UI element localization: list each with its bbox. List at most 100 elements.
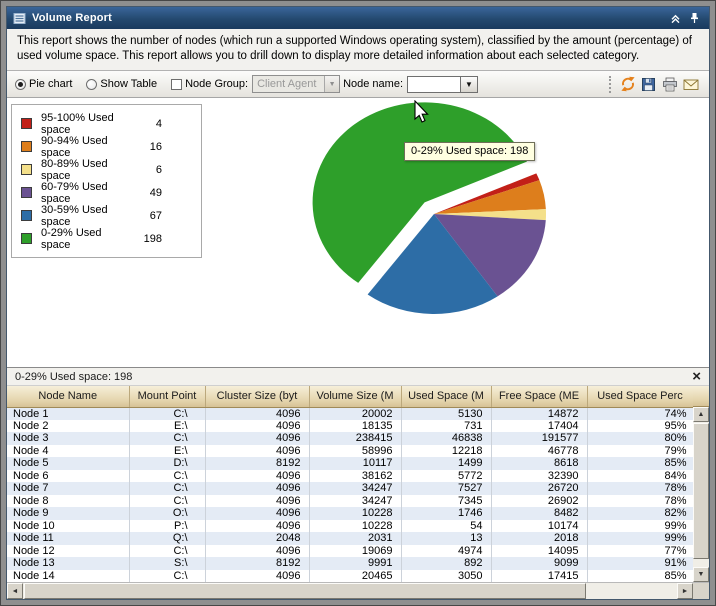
table-row[interactable]: Node 1C:\40962000251301487274%	[7, 407, 693, 420]
table-row[interactable]: Node 14C:\40962046530501741585%	[7, 570, 693, 583]
column-header[interactable]: Cluster Size (byt	[205, 386, 309, 407]
table-cell: 32390	[491, 470, 587, 483]
table-cell: O:\	[129, 507, 205, 520]
table-cell: 4096	[205, 545, 309, 558]
scroll-up-button[interactable]: ▲	[693, 407, 709, 422]
column-header[interactable]: Volume Size (M	[309, 386, 401, 407]
table-cell: 19069	[309, 545, 401, 558]
table-cell: 4096	[205, 495, 309, 508]
table-cell: 46838	[401, 432, 491, 445]
legend-count: 67	[134, 210, 162, 222]
table-cell: 8618	[491, 457, 587, 470]
window-title: Volume Report	[32, 12, 112, 24]
vertical-scroll-track[interactable]	[693, 422, 709, 567]
legend-item: 90-94% Used space16	[21, 135, 192, 158]
legend-count: 4	[135, 118, 162, 130]
column-header[interactable]: Free Space (ME	[491, 386, 587, 407]
table-cell: 10228	[309, 507, 401, 520]
pie-chart-radio[interactable]	[15, 79, 26, 90]
column-header[interactable]: Mount Point	[129, 386, 205, 407]
horizontal-scroll-thumb[interactable]	[24, 583, 586, 599]
arrow-right-icon: ►	[682, 588, 689, 595]
table-cell: Node 11	[7, 532, 129, 545]
envelope-icon	[683, 78, 699, 91]
volume-report-window: Volume Report This report shows	[0, 0, 716, 606]
legend-swatch	[21, 118, 32, 129]
table-cell: 8482	[491, 507, 587, 520]
table-cell: 4096	[205, 432, 309, 445]
table-row[interactable]: Node 4E:\409658996122184677879%	[7, 445, 693, 458]
legend-item: 80-89% Used space6	[21, 158, 192, 181]
table-cell: 26902	[491, 495, 587, 508]
table-cell: Node 2	[7, 420, 129, 433]
email-button[interactable]	[680, 74, 701, 94]
table-cell: 2018	[491, 532, 587, 545]
table-header-row: Node NameMount PointCluster Size (bytVol…	[7, 386, 693, 407]
table-cell: Node 6	[7, 470, 129, 483]
print-button[interactable]	[659, 74, 680, 94]
horizontal-scroll-track[interactable]	[23, 583, 677, 599]
legend: 95-100% Used space490-94% Used space1680…	[11, 104, 202, 258]
table-cell: 78%	[587, 482, 693, 495]
printer-icon	[662, 77, 678, 92]
table-cell: C:\	[129, 495, 205, 508]
vertical-scrollbar[interactable]: ▲ ▼	[693, 407, 709, 582]
scroll-right-button[interactable]: ►	[677, 583, 693, 599]
table-cell: 46778	[491, 445, 587, 458]
scroll-left-button[interactable]: ◄	[7, 583, 23, 599]
scroll-down-button[interactable]: ▼	[693, 567, 709, 582]
table-row[interactable]: Node 10P:\409610228541017499%	[7, 520, 693, 533]
node-group-select-arrow-icon: ▼	[324, 76, 339, 92]
table-row[interactable]: Node 2E:\4096181357311740495%	[7, 420, 693, 433]
table-row[interactable]: Node 11Q:\2048203113201899%	[7, 532, 693, 545]
column-header[interactable]: Node Name	[7, 386, 129, 407]
table-cell: 2048	[205, 532, 309, 545]
node-name-input[interactable]	[407, 76, 461, 93]
collapse-icon[interactable]	[670, 13, 681, 24]
column-header[interactable]: Used Space Perc	[587, 386, 693, 407]
pin-icon[interactable]	[689, 12, 700, 24]
table-row[interactable]: Node 3C:\40962384154683819157780%	[7, 432, 693, 445]
node-table: Node NameMount PointCluster Size (bytVol…	[7, 386, 694, 582]
table-row[interactable]: Node 9O:\4096102281746848282%	[7, 507, 693, 520]
vertical-scroll-thumb[interactable]	[693, 423, 709, 559]
table-cell: 238415	[309, 432, 401, 445]
table-row[interactable]: Node 5D:\8192101171499861885%	[7, 457, 693, 470]
table-row[interactable]: Node 7C:\40963424775272672078%	[7, 482, 693, 495]
table-cell: 80%	[587, 432, 693, 445]
node-group-checkbox[interactable]	[171, 79, 182, 90]
table-cell: 12218	[401, 445, 491, 458]
table-cell: 9099	[491, 557, 587, 570]
close-detail-button[interactable]: ×	[692, 369, 701, 384]
arrow-left-icon: ◄	[12, 588, 19, 595]
table-row[interactable]: Node 6C:\40963816257723239084%	[7, 470, 693, 483]
table-row[interactable]: Node 12C:\40961906949741409577%	[7, 545, 693, 558]
table-cell: Node 4	[7, 445, 129, 458]
node-group-select[interactable]: Client Agent ▼	[252, 75, 340, 93]
horizontal-scrollbar[interactable]: ◄ ►	[7, 582, 709, 599]
show-table-radio[interactable]	[86, 79, 97, 90]
chart-area: 95-100% Used space490-94% Used space1680…	[7, 98, 709, 367]
node-name-dropdown-button[interactable]: ▼	[461, 76, 478, 93]
legend-swatch	[21, 164, 32, 175]
table-cell: 4096	[205, 420, 309, 433]
table-cell: 34247	[309, 495, 401, 508]
table-row[interactable]: Node 8C:\40963424773452690278%	[7, 495, 693, 508]
table-cell: 7345	[401, 495, 491, 508]
table-cell: 38162	[309, 470, 401, 483]
table-cell: 3050	[401, 570, 491, 583]
table-cell: Node 14	[7, 570, 129, 583]
table-cell: Node 10	[7, 520, 129, 533]
table-row[interactable]: Node 13S:\81929991892909991%	[7, 557, 693, 570]
refresh-button[interactable]	[617, 74, 638, 94]
save-button[interactable]	[638, 74, 659, 94]
table-cell: 54	[401, 520, 491, 533]
column-header[interactable]: Used Space (M	[401, 386, 491, 407]
table-cell: 74%	[587, 407, 693, 420]
refresh-icon	[620, 76, 636, 92]
arrow-down-icon: ▼	[698, 571, 705, 578]
legend-label: 60-79% Used space	[41, 181, 134, 205]
table-cell: 8192	[205, 457, 309, 470]
table-cell: C:\	[129, 482, 205, 495]
table-cell: 10174	[491, 520, 587, 533]
